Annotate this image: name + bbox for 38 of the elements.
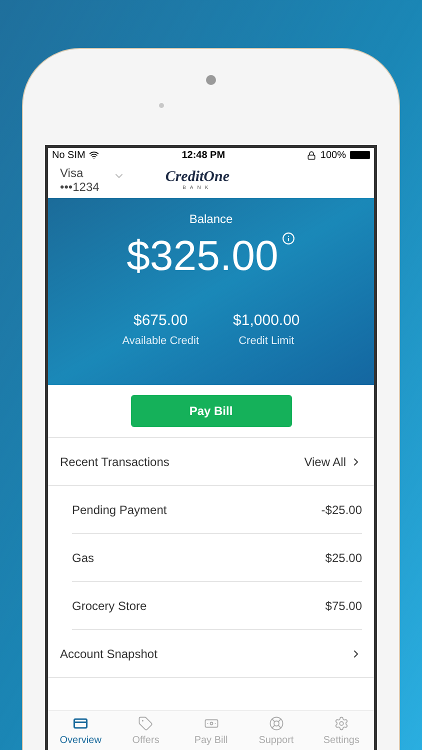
- balance-label: Balance: [189, 211, 233, 228]
- settings-icon: [334, 716, 349, 730]
- lock-icon: [307, 150, 316, 160]
- tab[interactable]: Offers: [113, 711, 178, 750]
- recent-transactions-row[interactable]: Recent Transactions View All: [48, 438, 374, 486]
- balance-amount: $325.00: [126, 231, 278, 281]
- section-title: Account Snapshot: [60, 646, 158, 662]
- transaction-name: Grocery Store: [72, 598, 147, 614]
- section-title: Recent Transactions: [60, 454, 170, 470]
- account-snapshot-row[interactable]: Account Snapshot: [48, 630, 374, 678]
- view-all-link[interactable]: View All: [304, 452, 362, 470]
- clock-text: 12:48 PM: [182, 148, 226, 162]
- stat-label: Credit Limit: [238, 334, 294, 348]
- transaction-amount: $75.00: [325, 598, 362, 614]
- tab[interactable]: Pay Bill: [178, 711, 244, 750]
- card-icon: [73, 716, 88, 730]
- info-icon[interactable]: [282, 232, 296, 245]
- transaction-name: Gas: [72, 550, 94, 566]
- stat-label: Available Credit: [122, 334, 200, 348]
- tab[interactable]: Support: [244, 711, 309, 750]
- card-name: Visa: [60, 166, 84, 180]
- tab[interactable]: Overview: [48, 711, 114, 750]
- battery-icon: [350, 151, 370, 159]
- battery-text: 100%: [320, 148, 346, 162]
- tag-icon: [138, 716, 154, 730]
- wifi-icon: [89, 150, 100, 160]
- transaction-amount: $25.00: [325, 550, 362, 566]
- lifebuoy-icon: [268, 716, 284, 730]
- stat-value: $1,000.00: [233, 311, 300, 331]
- transaction-name: Pending Payment: [72, 502, 167, 518]
- tab[interactable]: Settings: [308, 711, 374, 750]
- camera-icon: [206, 75, 216, 85]
- transaction-amount: -$25.00: [321, 502, 362, 518]
- stat-value: $675.00: [134, 311, 188, 331]
- logo-text: CreditOne: [165, 169, 230, 185]
- carrier-text: No SIM: [52, 148, 86, 162]
- pay-bill-button[interactable]: Pay Bill: [130, 395, 292, 427]
- card-number: •••1234: [60, 180, 100, 194]
